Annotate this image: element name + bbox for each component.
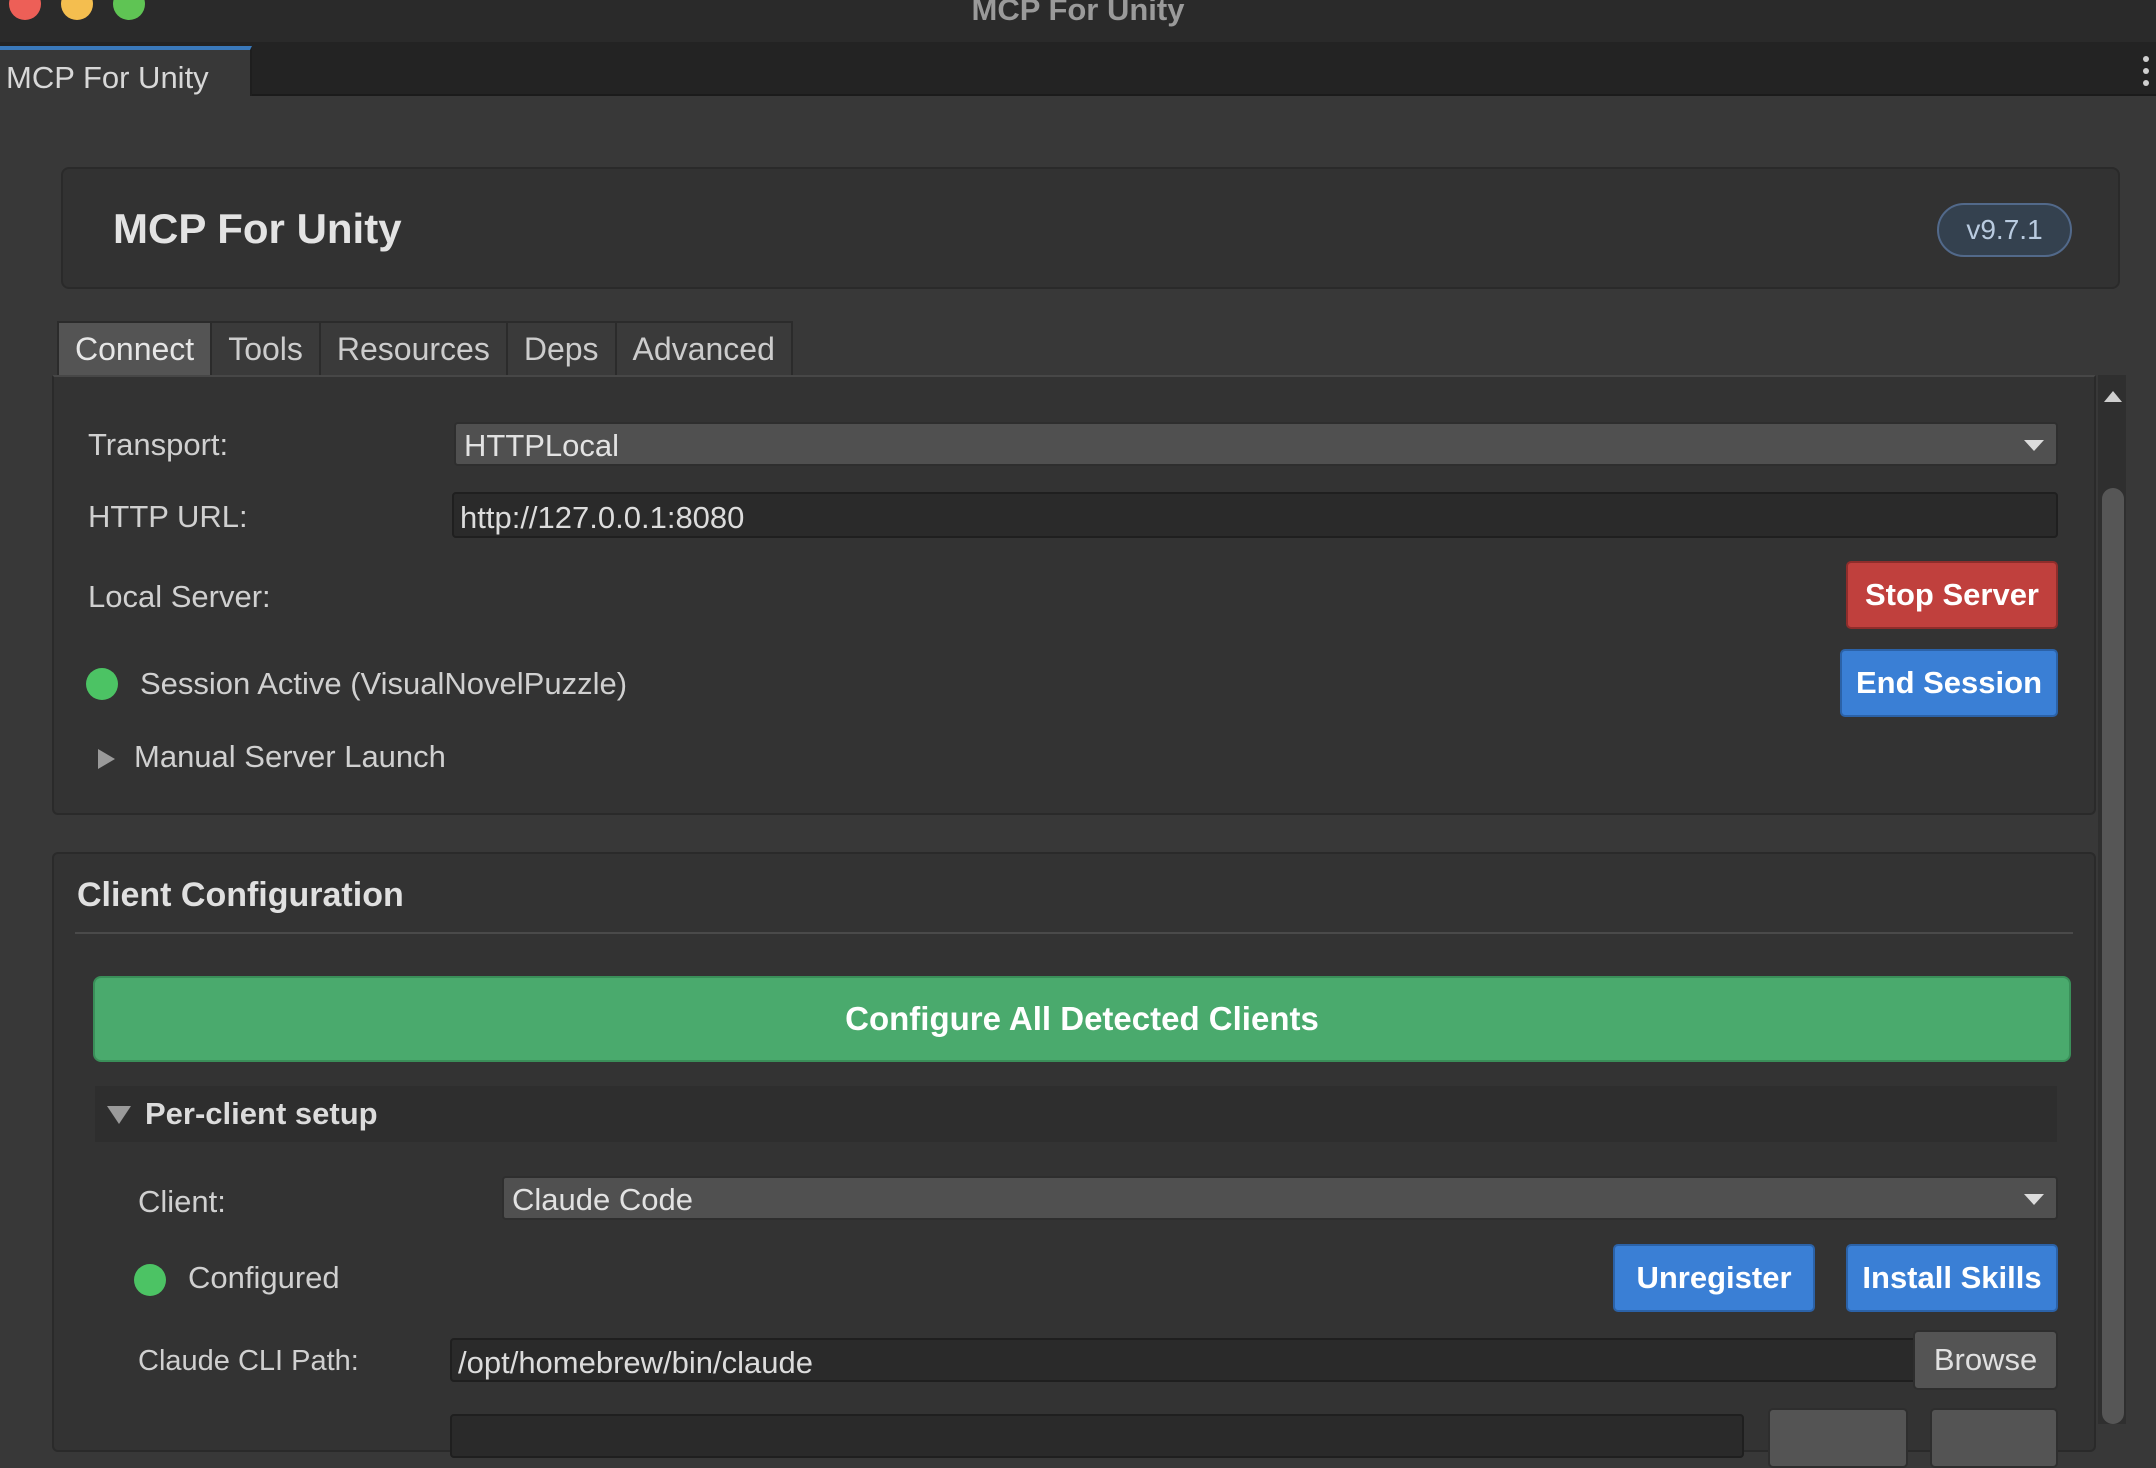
tab-deps[interactable]: Deps [505,321,617,375]
chevron-down-icon [2024,440,2044,451]
editor-tab-mcp-for-unity[interactable]: MCP For Unity [0,46,252,96]
http-url-label: HTTP URL: [88,499,248,534]
chevron-right-icon [98,749,115,769]
section-divider [75,932,2073,934]
editor-tab-label: MCP For Unity [6,60,209,95]
http-url-value: http://127.0.0.1:8080 [460,500,745,535]
cli-path-value: /opt/homebrew/bin/claude [458,1345,814,1380]
http-url-input[interactable]: http://127.0.0.1:8080 [452,492,2058,538]
client-configuration-title: Client Configuration [77,876,404,914]
client-label: Client: [138,1184,226,1219]
next-path-input[interactable] [450,1414,1744,1458]
manual-server-launch-label: Manual Server Launch [134,739,446,774]
main-tabs: Connect Tools Resources Deps Advanced [57,321,793,375]
manual-server-launch-foldout[interactable]: Manual Server Launch [98,737,518,781]
stop-server-button[interactable]: Stop Server [1846,561,2058,629]
session-status-text: Session Active (VisualNovelPuzzle) [140,666,628,701]
scroll-up-icon[interactable] [2104,391,2122,402]
transport-dropdown[interactable]: HTTPLocal [454,422,2058,466]
next-row-secondary-button[interactable] [1930,1408,2058,1468]
client-configuration-panel: Client Configuration Configure All Detec… [52,852,2096,1468]
end-session-button[interactable]: End Session [1840,649,2058,717]
install-skills-button[interactable]: Install Skills [1846,1244,2058,1312]
client-value: Claude Code [512,1182,693,1217]
browse-button[interactable]: Browse [1913,1330,2058,1390]
tab-resources[interactable]: Resources [318,321,508,375]
more-options-icon[interactable] [2141,56,2151,86]
transport-value: HTTPLocal [464,428,620,463]
cli-path-label: Claude CLI Path: [138,1345,359,1377]
transport-label: Transport: [88,427,229,462]
connect-panel: Transport: HTTPLocal HTTP URL: http://12… [52,375,2096,815]
tab-connect[interactable]: Connect [57,321,213,375]
next-row-button[interactable] [1768,1408,1908,1468]
configure-all-clients-button[interactable]: Configure All Detected Clients [93,976,2071,1062]
cli-path-input[interactable]: /opt/homebrew/bin/claude [450,1338,1944,1382]
header-card: MCP For Unity v9.7.1 [61,167,2120,289]
scrollbar-thumb[interactable] [2102,488,2124,1424]
client-status-text: Configured [188,1260,340,1295]
version-badge: v9.7.1 [1937,203,2072,257]
page-title: MCP For Unity [113,205,402,252]
client-status-icon [134,1264,166,1296]
editor-tab-strip [0,42,2156,96]
chevron-down-icon [2024,1194,2044,1205]
per-client-setup-foldout[interactable]: Per-client setup [95,1086,2057,1142]
tab-advanced[interactable]: Advanced [614,321,793,375]
window-title: MCP For Unity [971,0,1185,27]
chevron-down-icon [107,1106,131,1124]
session-status-icon [86,668,118,700]
tab-tools[interactable]: Tools [210,321,321,375]
client-dropdown[interactable]: Claude Code [502,1176,2058,1220]
unregister-button[interactable]: Unregister [1613,1244,1815,1312]
local-server-label: Local Server: [88,579,271,614]
per-client-setup-label: Per-client setup [145,1096,378,1131]
